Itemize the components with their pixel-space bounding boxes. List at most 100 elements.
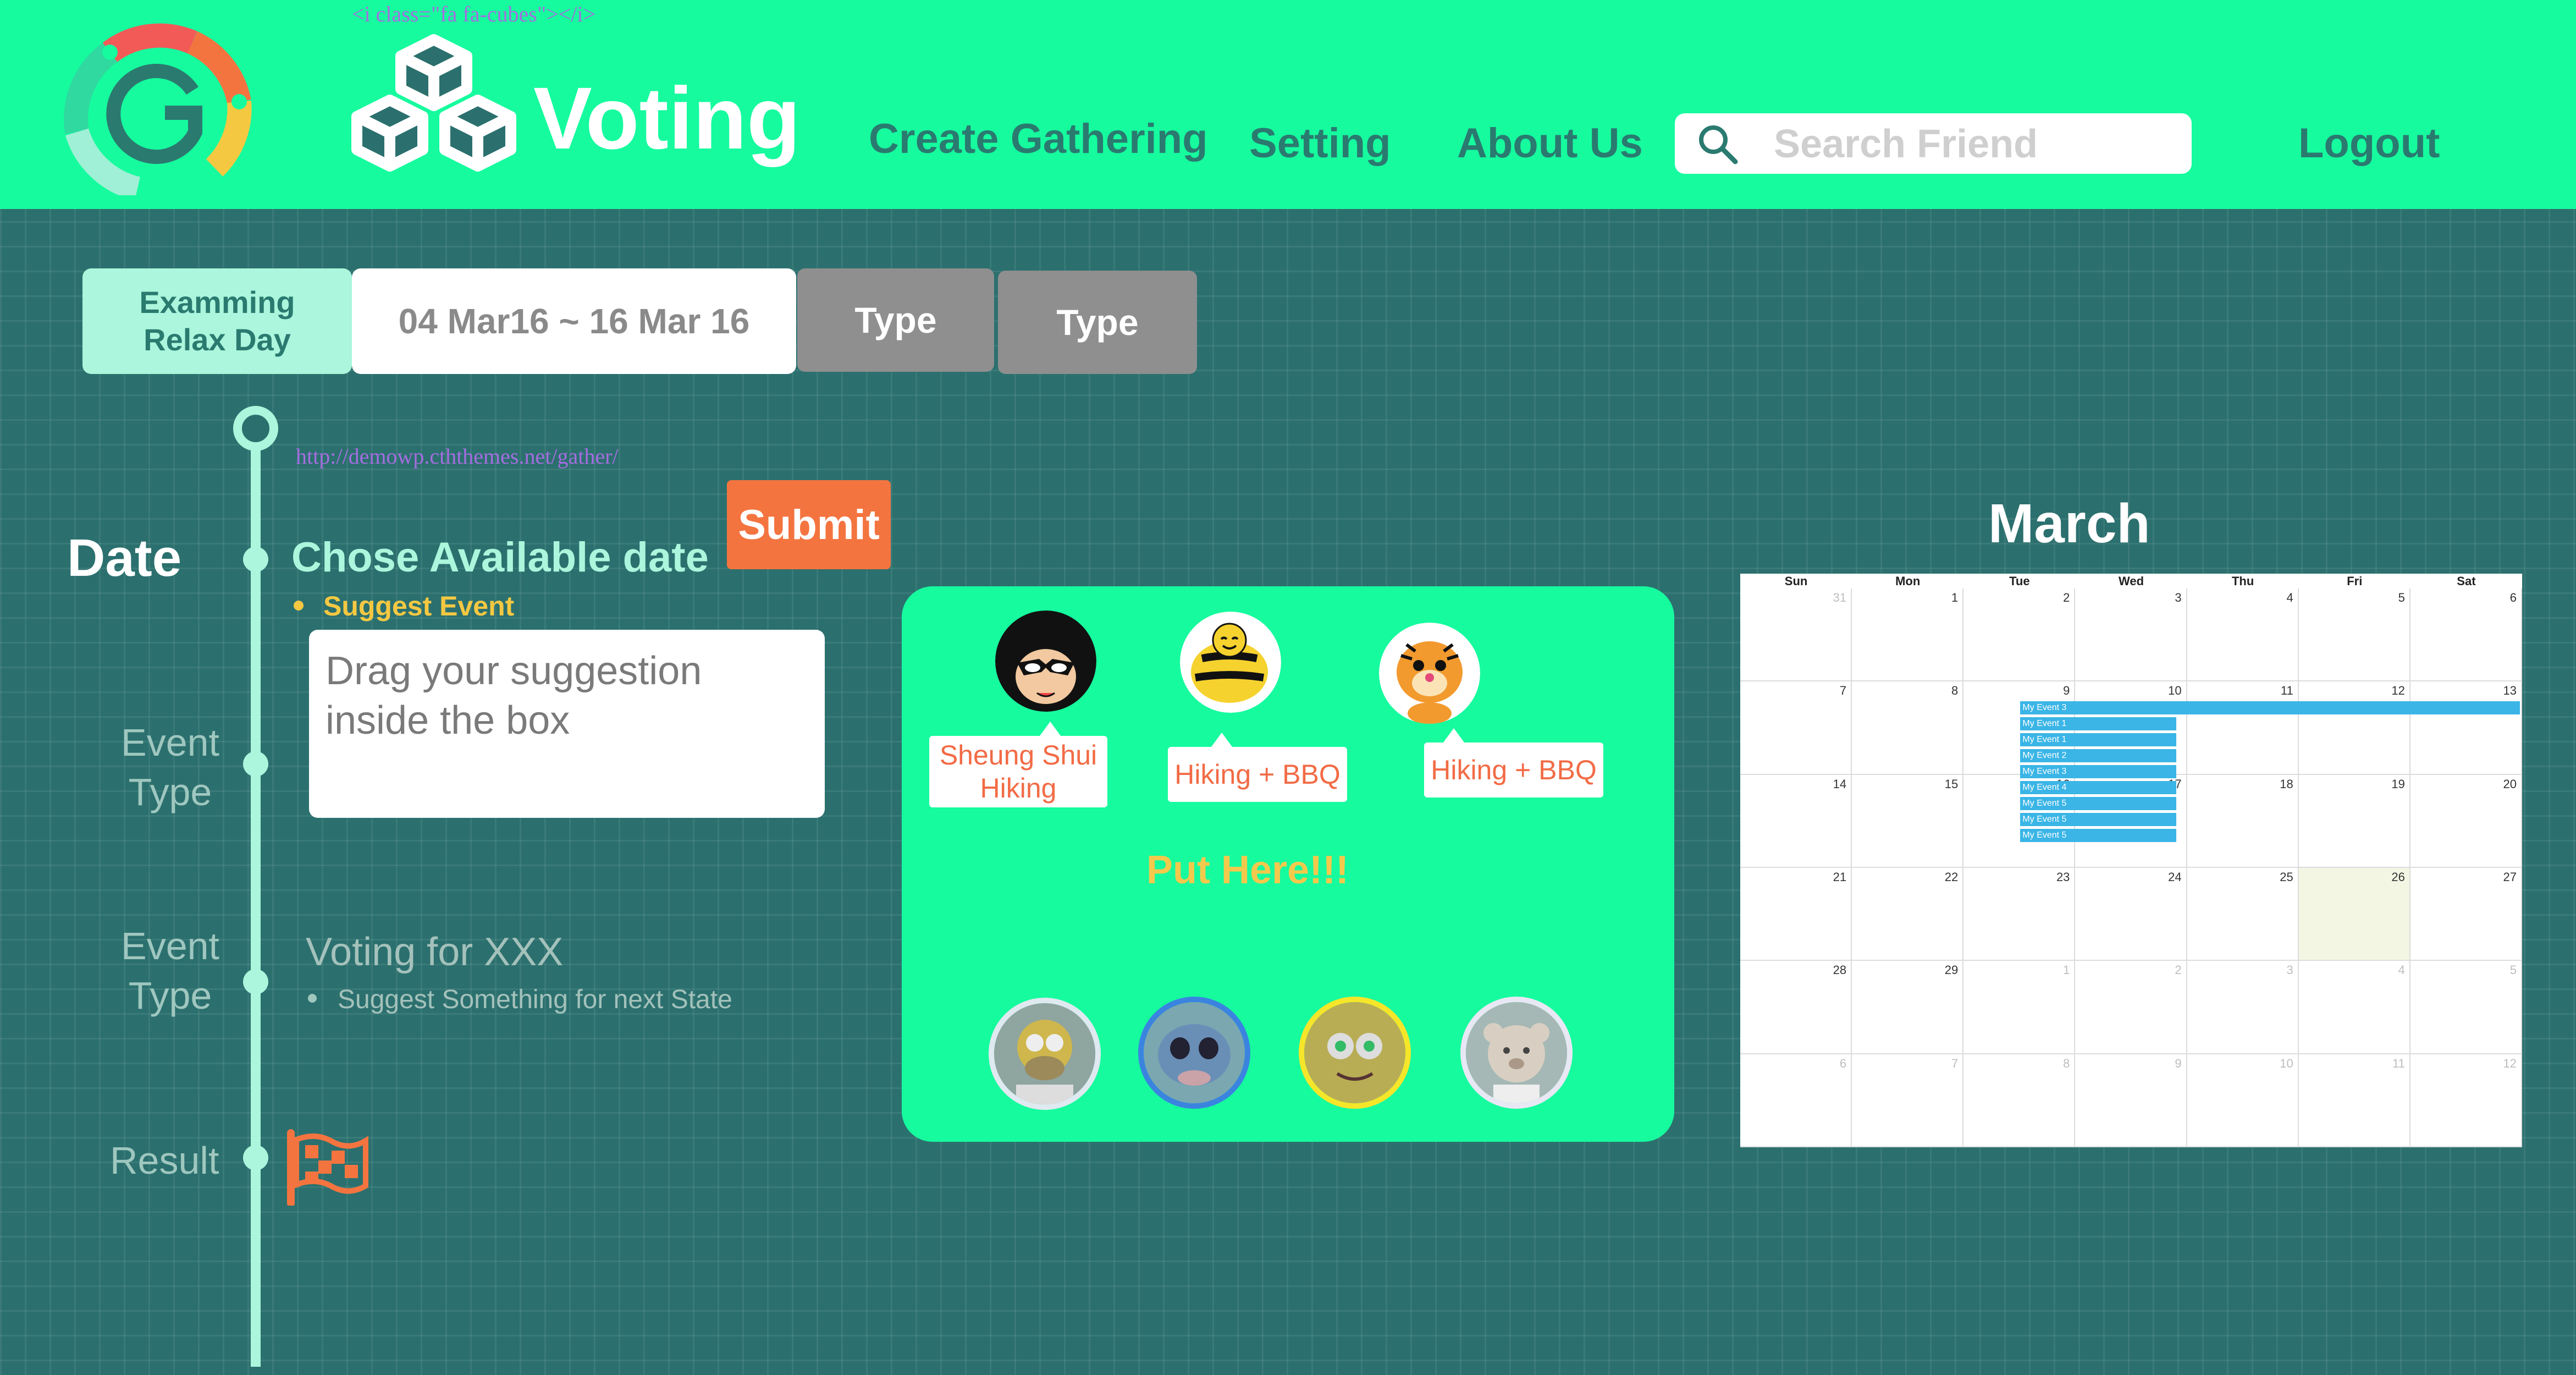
calendar-day-cell[interactable]: 8 (1963, 1054, 2076, 1147)
nav-create-gathering[interactable]: Create Gathering (869, 118, 1208, 160)
calendar-day-cell[interactable]: 2 (1963, 588, 2076, 682)
calendar-day-cell[interactable]: 11 (2187, 681, 2299, 775)
calendar-day-cell[interactable]: 15 (1852, 774, 1964, 868)
calendar-day-number: 28 (1833, 963, 1847, 977)
calendar-event[interactable]: My Event 5 (2020, 829, 2176, 843)
calendar-day-cell[interactable]: 24 (2075, 868, 2187, 961)
calendar-event[interactable]: My Event 5 (2020, 797, 2176, 811)
suggestion-drop-box[interactable]: Drag your suggestion inside the box (309, 630, 825, 818)
avatar-bee[interactable] (1180, 612, 1281, 713)
calendar-day-number: 7 (1839, 684, 1847, 698)
timeline-dot-date (243, 547, 268, 572)
nav-setting[interactable]: Setting (1249, 123, 1391, 164)
tab-type-2[interactable]: Type (998, 271, 1197, 374)
finish-flag-icon (283, 1129, 371, 1207)
calendar-day-cell[interactable]: 6 (2410, 588, 2522, 682)
calendar-day-cell[interactable]: 27 (2410, 868, 2522, 961)
calendar-day-cell[interactable]: 29 (1852, 961, 1964, 1054)
logout-link[interactable]: Logout (2298, 123, 2440, 164)
calendar-day-number: 23 (2056, 870, 2070, 884)
voting-panel[interactable]: Sheung Shui Hiking Hiking + BBQ Hiking +… (902, 586, 1674, 1142)
calendar-day-cell[interactable]: 5 (2298, 588, 2410, 682)
calendar-event[interactable]: My Event 3 (2020, 765, 2176, 779)
calendar-day-cell[interactable]: 25 (2187, 868, 2299, 961)
calendar-day-number: 24 (2168, 870, 2182, 884)
app-logo[interactable] (55, 14, 258, 201)
calendar-event[interactable]: My Event 4 (2020, 781, 2176, 795)
calendar-day-cell[interactable]: 12 (2298, 681, 2410, 775)
calendar-day-number: 3 (2286, 963, 2293, 977)
calendar-day-cell[interactable]: 6 (1740, 1054, 1852, 1147)
calendar-day-cell[interactable]: 20 (2410, 774, 2522, 868)
suggestion-label[interactable]: Hiking + BBQ (1424, 743, 1603, 798)
calendar-day-number: 15 (1944, 777, 1959, 791)
calendar-day-cell[interactable]: 9 (2075, 1054, 2187, 1147)
friend-avatar-homer[interactable] (989, 998, 1101, 1110)
calendar-day-number: 21 (1833, 870, 1847, 884)
calendar-day-number: 10 (2280, 1056, 2293, 1070)
calendar-day-cell[interactable]: 1 (1852, 588, 1964, 682)
suggestion-label[interactable]: Sheung Shui Hiking (929, 736, 1107, 807)
calendar-day-cell[interactable]: 4 (2298, 961, 2410, 1054)
calendar-day-cell[interactable]: 31 (1740, 588, 1852, 682)
tab-type-1[interactable]: Type (797, 268, 994, 372)
avatar-tigger[interactable] (1379, 623, 1480, 724)
calendar-event[interactable]: My Event 5 (2020, 813, 2176, 827)
calendar-day-cell[interactable]: 28 (1740, 961, 1852, 1054)
calendar-day-cell[interactable]: 18 (2187, 774, 2299, 868)
friend-avatar-bear[interactable] (1460, 997, 1573, 1109)
drop-box-placeholder: Drag your suggestion inside the box (326, 649, 702, 743)
tab-event-name[interactable]: Examming Relax Day (82, 268, 352, 374)
calendar-day-cell[interactable]: 23 (1963, 868, 2076, 961)
avatar-robin[interactable] (995, 610, 1096, 712)
calendar-day-cell[interactable]: 5 (2410, 961, 2522, 1054)
friend-avatar-spongebob[interactable] (1299, 997, 1411, 1109)
nav-about-us[interactable]: About Us (1457, 123, 1643, 164)
calendar-day-cell[interactable]: 21 (1740, 868, 1852, 961)
calendar-day-cell[interactable]: 2 (2075, 961, 2187, 1054)
calendar-day-cell[interactable]: 14 (1740, 774, 1852, 868)
calendar-day-number: 12 (2503, 1056, 2517, 1070)
calendar-day-cell[interactable]: 1 (1963, 961, 2076, 1054)
calendar-month-title: March (1988, 493, 2150, 554)
calendar-day-cell[interactable]: 13 (2410, 681, 2522, 775)
calendar-day-number: 5 (2509, 963, 2517, 977)
timeline-dot-event-type-2 (243, 969, 268, 994)
search-friend-input[interactable] (1774, 122, 2170, 166)
calendar-event[interactable]: My Event 1 (2020, 733, 2176, 747)
suggestion-label[interactable]: Hiking + BBQ (1168, 747, 1347, 802)
submit-button[interactable]: Submit (727, 480, 891, 569)
calendar-day-cell[interactable]: 22 (1852, 868, 1964, 961)
calendar-day-number: 31 (1833, 591, 1847, 604)
calendar-event[interactable]: My Event 2 (2020, 749, 2176, 763)
calendar-day-cell[interactable]: 3 (2075, 588, 2187, 682)
calendar-day-number: 18 (2280, 777, 2293, 791)
calendar-day-number: 11 (2392, 1056, 2405, 1070)
calendar-day-cell[interactable]: 4 (2187, 588, 2299, 682)
calendar-day-cell[interactable]: 19 (2298, 774, 2410, 868)
bullet-dot (308, 994, 317, 1003)
calendar-day-number: 1 (1951, 591, 1959, 604)
calendar-day-number: 25 (2280, 870, 2293, 884)
calendar-day-number: 27 (2503, 870, 2517, 884)
tab-date-range[interactable]: 04 Mar16 ~ 16 Mar 16 (352, 268, 796, 374)
calendar-weekday: Tue (2009, 574, 2030, 588)
calendar-day-cell[interactable]: 10 (2187, 1054, 2299, 1147)
calendar-event[interactable]: My Event 3 (2020, 701, 2520, 715)
calendar-day-cell[interactable]: 3 (2187, 961, 2299, 1054)
calendar-day-cell[interactable]: 7 (1740, 681, 1852, 775)
friend-avatar-stitch[interactable] (1138, 997, 1250, 1109)
calendar-day-number: 9 (2063, 684, 2070, 698)
calendar-day-number: 6 (2509, 591, 2517, 604)
bullet-dot (294, 601, 304, 610)
calendar-day-cell[interactable]: 11 (2298, 1054, 2410, 1147)
calendar-day-cell[interactable]: 26 (2298, 868, 2410, 961)
calendar-day-number: 20 (2503, 777, 2517, 791)
calendar-day-cell[interactable]: 7 (1852, 1054, 1964, 1147)
page-title: Voting (533, 69, 801, 167)
calendar-day-cell[interactable]: 12 (2410, 1054, 2522, 1147)
calendar-day-cell[interactable]: 8 (1852, 681, 1964, 775)
calendar-event[interactable]: My Event 1 (2020, 717, 2176, 731)
calendar-weekday: Wed (2118, 574, 2144, 588)
search-icon[interactable] (1697, 123, 1739, 165)
